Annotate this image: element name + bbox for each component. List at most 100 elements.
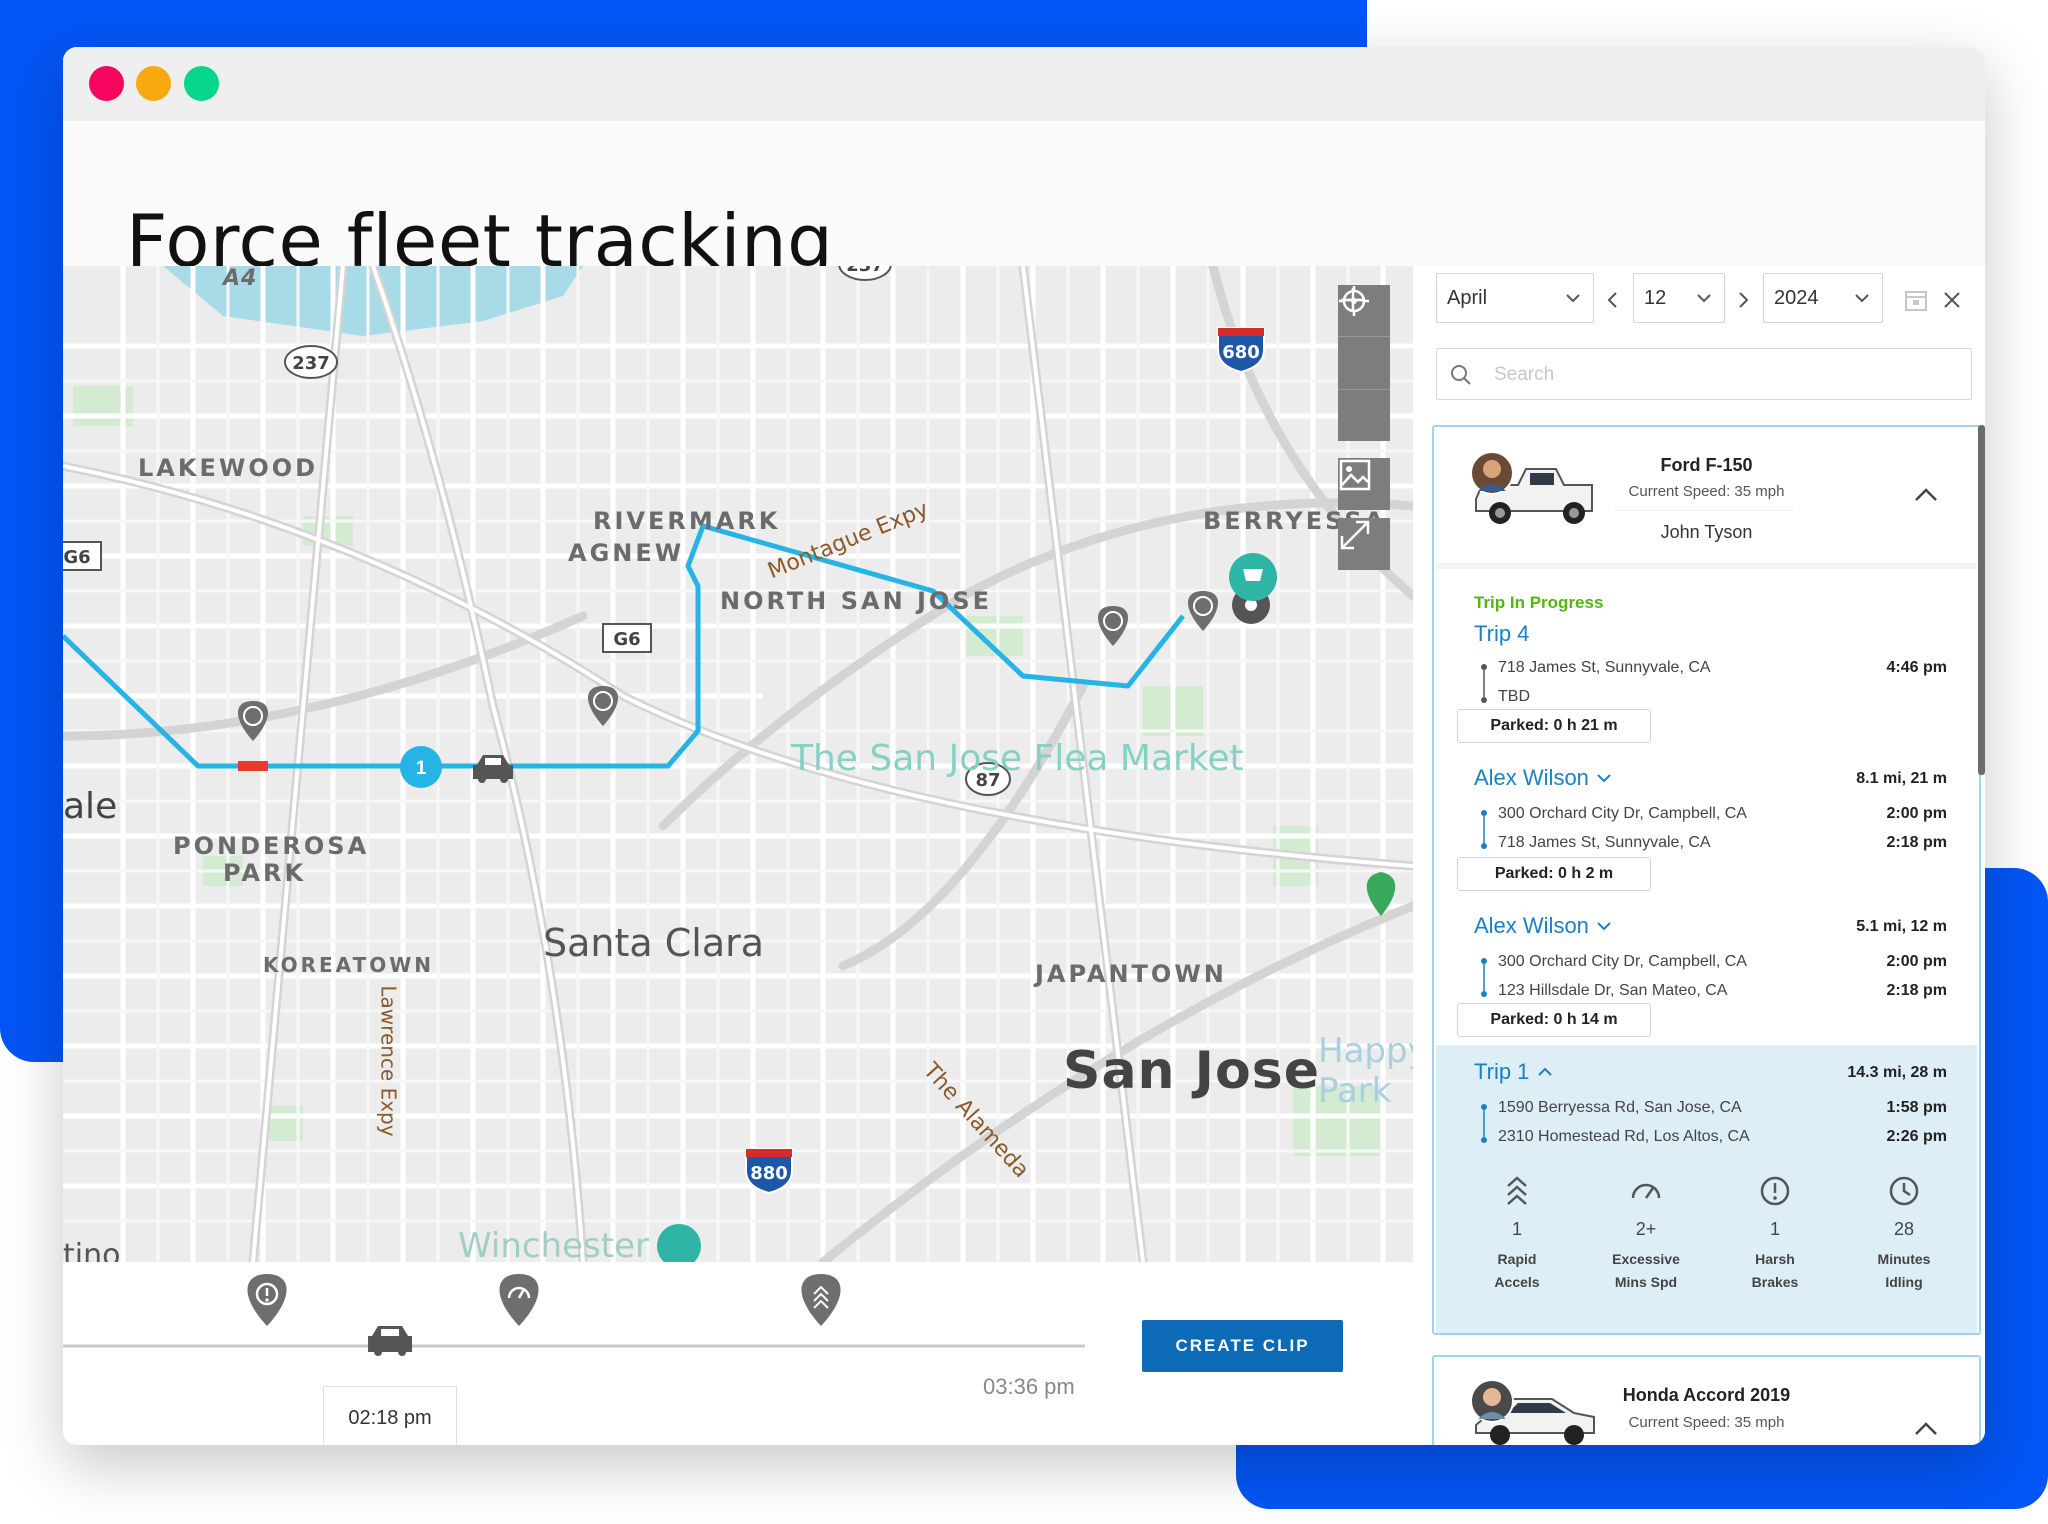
svg-text:G6: G6 (613, 629, 640, 650)
search-box[interactable] (1436, 348, 1972, 400)
panel-scrollbar[interactable] (1978, 425, 1985, 775)
divider (1614, 510, 1794, 511)
image-icon (1339, 459, 1371, 491)
stat-excessive-speed: 2+ Excessive Mins Spd (1591, 1171, 1701, 1294)
month-select[interactable]: April (1436, 273, 1594, 323)
vehicle-card-honda[interactable]: Honda Accord 2019 Current Speed: 35 mph (1432, 1355, 1981, 1445)
stat-harsh-brakes: 1 Harsh Brakes (1720, 1171, 1830, 1294)
calendar-icon[interactable] (1903, 287, 1929, 313)
trip-from: 300 Orchard City Dr, Campbell, CA (1498, 805, 1747, 822)
next-day-button[interactable] (1733, 288, 1753, 312)
month-value: April (1447, 287, 1488, 309)
trip-from-time: 2:00 pm (1886, 953, 1947, 970)
vehicle-speed: Current Speed: 35 mph (1628, 483, 1785, 500)
search-input[interactable] (1492, 359, 1956, 391)
trip-summary: 14.3 mi, 28 m (1847, 1064, 1947, 1081)
end-time-label: 03:36 pm (983, 1374, 1075, 1399)
label-rivermark: RIVERMARK (593, 507, 781, 535)
label-north-san-jose: NORTH SAN JOSE (720, 587, 993, 615)
vehicle-name: Honda Accord 2019 (1622, 1385, 1791, 1405)
svg-text:1: 1 (416, 758, 427, 779)
expand-icon (1340, 520, 1370, 550)
vehicle-name: Ford F-150 (1660, 455, 1753, 475)
stat-label-line2: Accels (1494, 1274, 1540, 1290)
year-value: 2024 (1774, 287, 1819, 309)
timeline-scrubber-car-icon[interactable] (368, 1326, 413, 1356)
g6-shield-a: G6 (63, 541, 102, 571)
trip-from-time: 4:46 pm (1886, 659, 1947, 676)
trip-timeline: 02:18 pm 03:36 pm CREATE CLIP (63, 1262, 1413, 1445)
label-santa-clara: Santa Clara (543, 921, 765, 965)
alert-icon (1760, 1176, 1790, 1206)
trip-title[interactable]: Alex Wilson (1474, 913, 1613, 939)
chevron-up-icon[interactable] (1912, 485, 1940, 505)
chevron-down-icon (1697, 294, 1711, 303)
stat-label-line2: Mins Spd (1614, 1274, 1678, 1290)
maximize-window-button[interactable] (184, 66, 219, 101)
stat-minutes-idling: 28 Minutes Idling (1849, 1171, 1959, 1294)
flea-market-icon (1229, 553, 1277, 601)
route-line-icon (1481, 1104, 1487, 1143)
trip-item-1-expanded[interactable]: Parked: 0 h 14 m Trip 1 14.3 mi, 28 m 15… (1436, 1003, 1977, 1333)
label-agnew: AGNEW (568, 539, 685, 567)
fullscreen-button[interactable] (1338, 518, 1390, 570)
timeline-harsh-brake-pin[interactable] (247, 1274, 287, 1326)
chevron-up-icon[interactable] (1912, 1419, 1940, 1439)
label-japantown: JAPANTOWN (1035, 960, 1227, 988)
stat-label-line1: Excessive (1612, 1251, 1680, 1267)
trip-to-time: 2:18 pm (1886, 982, 1947, 999)
rapid-accel-icon (1507, 1176, 1527, 1205)
trip-title[interactable]: Alex Wilson (1474, 765, 1613, 791)
trip-from: 1590 Berryessa Rd, San Jose, CA (1498, 1099, 1742, 1116)
label-ale: ale (63, 786, 118, 827)
vehicle-card-ford[interactable]: Ford F-150 Current Speed: 35 mph John Ty… (1432, 425, 1981, 1335)
driver-name: John Tyson (1660, 522, 1753, 542)
interstate-880-shield: 880 (745, 1148, 793, 1195)
trip-from-time: 1:58 pm (1886, 1099, 1947, 1116)
zoom-controls (1338, 285, 1390, 441)
recenter-button[interactable] (1338, 286, 1390, 441)
trip-summary: 8.1 mi, 21 m (1856, 770, 1947, 787)
day-select[interactable]: 12 (1633, 273, 1725, 323)
route-line-icon (1481, 958, 1487, 997)
speedometer-icon (1631, 1183, 1661, 1199)
search-icon (1451, 365, 1471, 385)
interstate-680-shield: 680 (1217, 327, 1265, 374)
stat-rapid-accels: 1 Rapid Accels (1462, 1171, 1572, 1294)
trip-to-time: 2:18 pm (1886, 834, 1947, 851)
timeline-speeding-pin[interactable] (499, 1274, 539, 1326)
vehicle-header[interactable]: Ford F-150 Current Speed: 35 mph John Ty… (1434, 427, 1979, 563)
stop-marker-1: 1 (400, 746, 442, 788)
trip-title[interactable]: Trip 1 (1474, 1059, 1554, 1085)
timeline-rapid-accel-pin[interactable] (801, 1274, 841, 1326)
parked-badge: Parked: 0 h 2 m (1457, 857, 1651, 891)
previous-day-button[interactable] (1603, 288, 1623, 312)
label-flea-market: The San Jose Flea Market (791, 738, 1244, 779)
map-view[interactable]: 237 237 680 G6 G6 87 880 1 (63, 266, 1413, 1262)
trip-to: TBD (1498, 688, 1530, 705)
map-style-button[interactable] (1338, 458, 1390, 510)
label-winchester: Winchester (458, 1226, 649, 1262)
trip-title[interactable]: Trip 4 (1474, 621, 1529, 647)
svg-text:237: 237 (846, 266, 884, 276)
clock-icon (1889, 1176, 1919, 1206)
close-icon[interactable] (1940, 288, 1964, 312)
label-happy-park: Park (1318, 1071, 1392, 1111)
svg-text:680: 680 (1222, 342, 1260, 363)
minimize-window-button[interactable] (136, 66, 171, 101)
chevron-down-icon (1855, 294, 1869, 303)
stat-value: 2+ (1635, 1219, 1657, 1239)
year-select[interactable]: 2024 (1763, 273, 1883, 323)
trip-from-time: 2:00 pm (1886, 805, 1947, 822)
parked-badge: Parked: 0 h 21 m (1457, 709, 1651, 743)
create-clip-button[interactable]: CREATE CLIP (1142, 1320, 1343, 1372)
close-window-button[interactable] (89, 66, 124, 101)
zoom-out-button[interactable] (1338, 298, 1390, 388)
label-lawrence-expy: Lawrence Expy (376, 985, 401, 1137)
stat-label-line2: Brakes (1751, 1274, 1799, 1290)
crosshair-icon (1339, 286, 1369, 316)
label-lakewood: LAKEWOOD (138, 454, 319, 482)
trip-from: 300 Orchard City Dr, Campbell, CA (1498, 953, 1747, 970)
route-237-shield-b: 237 (284, 345, 338, 379)
trip-to: 2310 Homestead Rd, Los Altos, CA (1498, 1128, 1750, 1145)
